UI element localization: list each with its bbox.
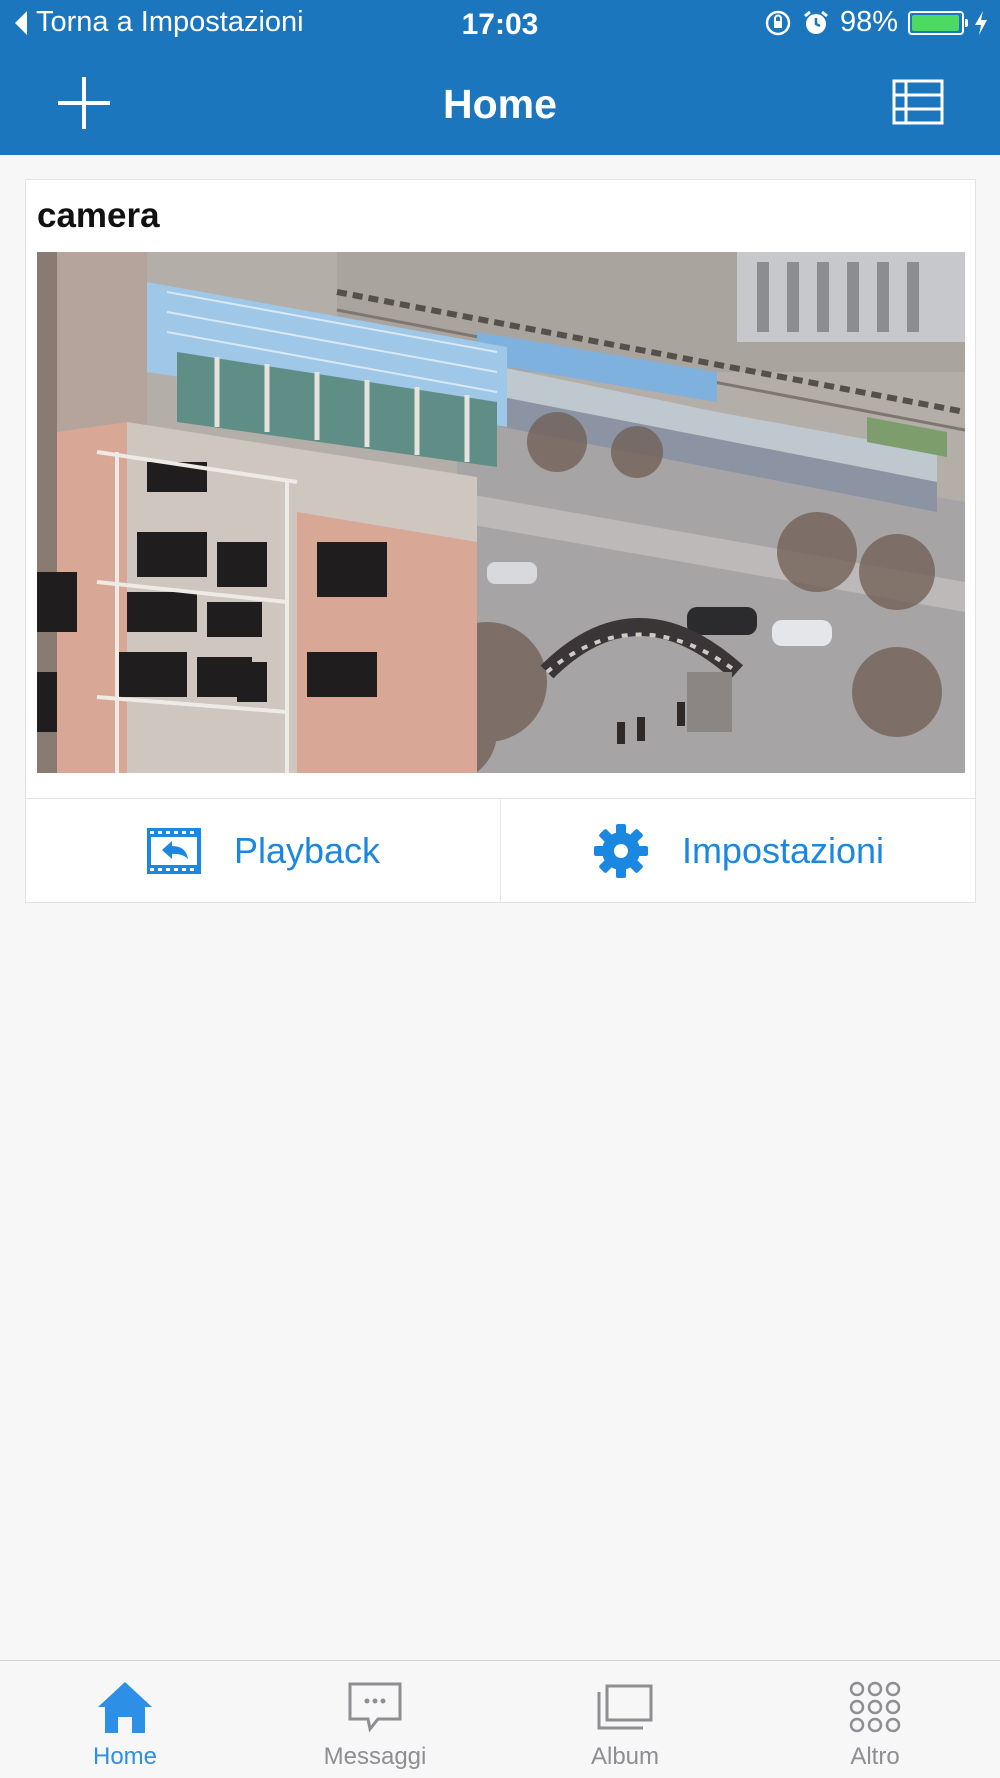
tab-home-label: Home: [92, 1743, 158, 1770]
charging-bolt-icon: [975, 10, 987, 35]
playback-button[interactable]: Playback: [26, 799, 500, 903]
status-indicators: 98%: [754, 6, 988, 39]
home-icon: [98, 1682, 152, 1733]
tab-album[interactable]: Album: [500, 1661, 750, 1778]
alarm-icon: [804, 10, 828, 34]
settings-label: Impostazioni: [681, 830, 885, 871]
battery-percent: 98%: [839, 6, 898, 38]
device-actions: Playback Impostazioni: [26, 798, 975, 903]
tab-home[interactable]: Home: [0, 1661, 250, 1778]
device-name: camera: [37, 196, 160, 235]
more-grid-icon: [849, 1681, 901, 1733]
album-icon: [597, 1684, 653, 1730]
battery-fill: [912, 14, 960, 31]
header-bar: Torna a Impostazioni 17:03 98% Home: [0, 0, 1000, 155]
camera-preview[interactable]: [37, 252, 965, 773]
tab-bar: Home Messaggi Album Altro: [0, 1660, 1000, 1778]
tab-messages-label: Messaggi: [323, 1743, 427, 1770]
tab-more-label: Altro: [850, 1743, 900, 1770]
device-card: camera Playback Impostazioni: [25, 179, 976, 903]
playback-label: Playback: [233, 830, 381, 871]
list-view-icon[interactable]: [892, 79, 944, 125]
orientation-lock-icon: [765, 10, 791, 35]
status-bar: Torna a Impostazioni 17:03 98%: [0, 0, 1000, 50]
tab-more[interactable]: Altro: [750, 1661, 1000, 1778]
playback-icon: [146, 828, 201, 874]
nav-bar: Home: [0, 55, 1000, 155]
gear-icon: [593, 824, 648, 878]
message-icon: [348, 1682, 402, 1733]
camera-snapshot-image: [37, 252, 965, 773]
battery-icon: [908, 10, 968, 35]
settings-button[interactable]: Impostazioni: [500, 799, 975, 903]
page-title: Home: [443, 81, 557, 127]
tab-album-label: Album: [590, 1743, 660, 1770]
tab-messages[interactable]: Messaggi: [250, 1661, 500, 1778]
